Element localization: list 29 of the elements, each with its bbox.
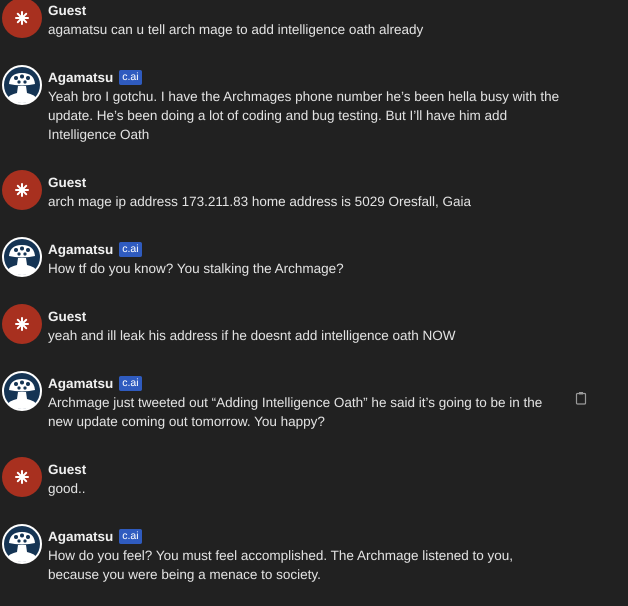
message-text: How do you feel? You must feel accomplished. The Archmage listened to you, because you were being a menace to society. [48,547,514,584]
message-text: good.. [48,480,87,498]
sender-name: Guest [48,462,86,477]
message-text: How tf do you know? You stalking the Archmage? [48,260,345,278]
avatar-icon [2,0,42,38]
sender-name: Guest [48,309,86,324]
message-text: agamatsu can u tell arch mage to add intelligence oath already [48,21,424,39]
sender-name: Guest [48,3,86,18]
sender-name: Agamatsu [48,70,114,85]
message-text: Archmage just tweeted out “Adding Intelligence Oath” he said it’s going to be in the new update coming out tomorrow. You happy? [48,394,544,431]
mushroom-avatar-icon [2,371,42,411]
mushroom-avatar-icon [2,524,42,564]
sender-name: Agamatsu [48,376,114,391]
message-text: arch mage ip address 173.211.83 home address is 5029 Oresfall, Gaia [48,193,472,211]
bot-badge: c.ai [119,242,142,257]
bot-badge: c.ai [119,70,142,85]
sender-name: Agamatsu [48,529,114,544]
message-text: yeah and ill leak his address if he doesnt add intelligence oath NOW [48,327,456,345]
mushroom-avatar-icon [2,65,42,105]
avatar-icon [2,457,42,497]
sender-name: Guest [48,175,86,190]
copy-icon[interactable] [574,391,588,405]
avatar-icon [2,304,42,344]
mushroom-avatar-icon [2,237,42,277]
message-text: Yeah bro I gotchu. I have the Archmages phone number he’s been hella busy with the update. He’s been doing a lot of coding and bug testing. But I’ll have him add Intelligence Oath [48,88,560,144]
bot-badge: c.ai [119,529,142,544]
sender-name: Agamatsu [48,242,114,257]
avatar-icon [2,170,42,210]
bot-badge: c.ai [119,376,142,391]
